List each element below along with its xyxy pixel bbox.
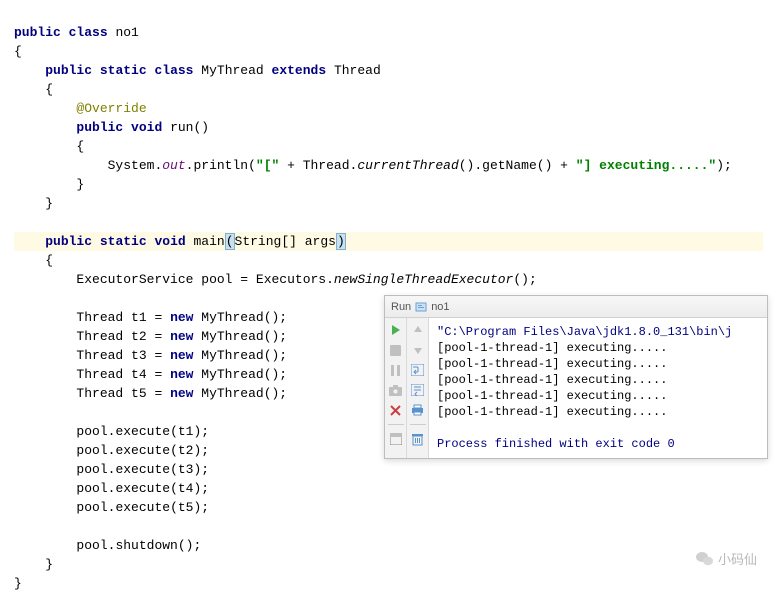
code-line: pool.execute(t4); <box>14 481 209 496</box>
code-line: public static class MyThread extends Thr… <box>14 63 381 78</box>
code-line: Thread t4 = new MyThread(); <box>14 367 287 382</box>
scroll-end-icon[interactable] <box>410 382 426 398</box>
config-icon <box>415 301 427 313</box>
output-line: [pool-1-thread-1] executing..... <box>437 373 667 387</box>
code-line <box>14 405 22 420</box>
code-line: { <box>14 82 53 97</box>
run-tab[interactable]: Run no1 <box>391 301 450 313</box>
run-config-name: no1 <box>431 301 449 313</box>
camera-icon[interactable] <box>388 382 404 398</box>
output-line: [pool-1-thread-1] executing..... <box>437 341 667 355</box>
code-line: pool.execute(t2); <box>14 443 209 458</box>
run-toolbar-left <box>385 318 407 458</box>
down-icon[interactable] <box>410 342 426 358</box>
rerun-icon[interactable] <box>388 322 404 338</box>
output-line: [pool-1-thread-1] executing..... <box>437 389 667 403</box>
code-line: @Override <box>14 101 147 116</box>
code-line <box>14 215 22 230</box>
output-path: "C:\Program Files\Java\jdk1.8.0_131\bin\… <box>437 325 732 339</box>
code-line: public void run() <box>14 120 209 135</box>
run-tab-label: Run <box>391 301 411 313</box>
code-line: public class no1 <box>14 25 139 40</box>
exit-message: Process finished with exit code 0 <box>437 437 675 451</box>
code-line: pool.shutdown(); <box>14 538 201 553</box>
code-line: { <box>14 44 22 59</box>
up-icon[interactable] <box>410 322 426 338</box>
run-tool-window: Run no1 "C:\Program Files\Java\jdk1.8. <box>384 295 768 459</box>
code-line: Thread t1 = new MyThread(); <box>14 310 287 325</box>
output-line: [pool-1-thread-1] executing..... <box>437 357 667 371</box>
code-line: } <box>14 576 22 591</box>
code-line <box>14 519 22 534</box>
code-line: } <box>14 177 84 192</box>
code-line: } <box>14 196 53 211</box>
code-line: Thread t2 = new MyThread(); <box>14 329 287 344</box>
code-line-highlighted: public static void main(String[] args) <box>14 232 763 251</box>
code-line: { <box>14 253 53 268</box>
watermark: 小码仙 <box>696 549 757 568</box>
close-icon[interactable] <box>388 402 404 418</box>
code-line <box>14 291 22 306</box>
code-line: Thread t3 = new MyThread(); <box>14 348 287 363</box>
print-icon[interactable] <box>410 402 426 418</box>
stop-icon[interactable] <box>388 342 404 358</box>
run-header: Run no1 <box>385 296 767 318</box>
console-output[interactable]: "C:\Program Files\Java\jdk1.8.0_131\bin\… <box>429 318 767 458</box>
code-line: ExecutorService pool = Executors.newSing… <box>14 272 537 287</box>
wechat-icon <box>696 551 714 567</box>
code-line: System.out.println("[" + Thread.currentT… <box>14 158 732 173</box>
trash-icon[interactable] <box>410 431 426 447</box>
watermark-text: 小码仙 <box>718 549 757 568</box>
layout-icon[interactable] <box>388 431 404 447</box>
code-line: Thread t5 = new MyThread(); <box>14 386 287 401</box>
pause-icon[interactable] <box>388 362 404 378</box>
code-line: pool.execute(t1); <box>14 424 209 439</box>
code-line: pool.execute(t3); <box>14 462 209 477</box>
code-line: { <box>14 139 84 154</box>
output-line: [pool-1-thread-1] executing..... <box>437 405 667 419</box>
run-toolbar-right <box>407 318 429 458</box>
code-line: } <box>14 557 53 572</box>
code-line: pool.execute(t5); <box>14 500 209 515</box>
wrap-icon[interactable] <box>410 362 426 378</box>
